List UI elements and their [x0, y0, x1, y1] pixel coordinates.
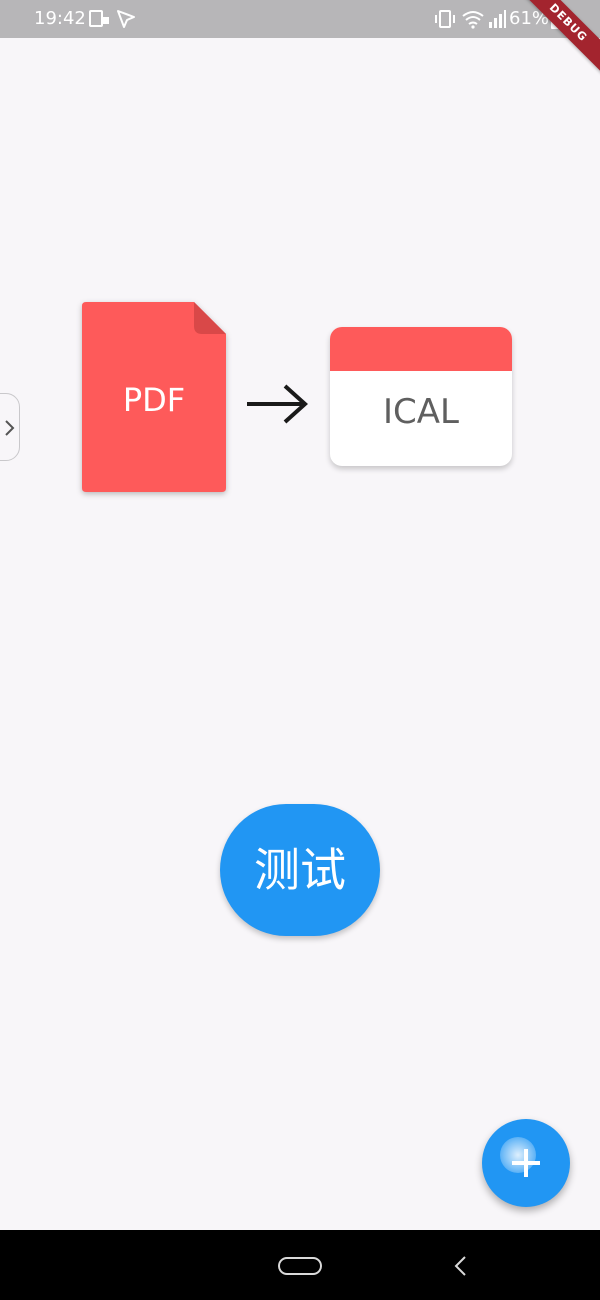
ical-calendar-icon: ICAL — [330, 327, 512, 466]
send-icon — [116, 9, 136, 29]
ical-label: ICAL — [383, 392, 459, 432]
drawer-toggle-button[interactable] — [0, 393, 20, 461]
vibrate-icon — [434, 9, 455, 29]
arrow-right-icon — [245, 380, 309, 432]
pdf-label: PDF — [122, 381, 186, 419]
plus-icon — [512, 1149, 540, 1177]
add-button[interactable] — [482, 1119, 570, 1207]
chevron-right-icon — [5, 420, 15, 436]
home-pill-icon[interactable] — [278, 1257, 322, 1275]
screen-record-icon — [89, 9, 109, 29]
system-navigation-bar — [0, 1230, 600, 1300]
back-icon[interactable] — [452, 1255, 468, 1281]
status-time: 19:42 — [34, 8, 86, 29]
calendar-header — [330, 327, 512, 371]
test-button[interactable]: 测试 — [220, 804, 380, 936]
signal-icon — [487, 9, 507, 29]
status-bar: 19:42 61% DEBUG — [0, 0, 600, 74]
wifi-icon — [461, 9, 485, 29]
pdf-document-icon: PDF — [82, 302, 226, 492]
